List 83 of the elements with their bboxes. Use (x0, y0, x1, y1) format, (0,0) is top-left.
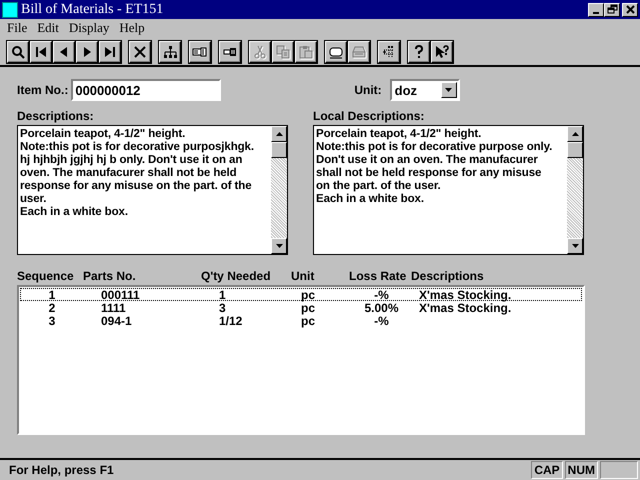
table-cell-text: 5.00% (363, 300, 400, 314)
toolbar-button[interactable] (325, 41, 347, 63)
menu-item[interactable]: File (2, 20, 32, 36)
toolbar-button[interactable] (7, 41, 29, 63)
printer-icon (351, 44, 367, 60)
table-cell-text: 1 (48, 288, 56, 302)
toolbar-button[interactable] (30, 41, 52, 63)
unit-dropdown[interactable]: doz (390, 79, 460, 101)
scroll-thumb[interactable] (271, 142, 287, 158)
scroll-thumb[interactable] (567, 142, 583, 158)
table-cell-text: 1/12 (218, 314, 244, 328)
status-indicator: NUM (564, 461, 598, 479)
table-cell-text: 094-1 (100, 314, 133, 328)
table-row[interactable]: 3 094-1 1/12 pc -% (20, 314, 582, 327)
table-cell-text: 2 (48, 300, 56, 314)
toolbar-button[interactable] (219, 41, 241, 63)
table-cell-text: 000111 (100, 288, 141, 302)
scissors-icon (252, 44, 268, 60)
table-row[interactable]: 1 000111 1 pc -% X'mas Stocking. (20, 288, 582, 301)
column-header: Unit (290, 269, 316, 283)
table-cell-text: pc (300, 314, 316, 328)
close-button[interactable] (622, 2, 638, 16)
toolbar-button[interactable] (129, 41, 151, 63)
description-field[interactable]: Porcelain teapot, 4-1/2" height. Note:this pot is for decorative purpose only. Don't use it on an oven. The manufacurer shall not be held response for any misuse on the part. of the user. Each in a white box. (313, 125, 584, 255)
restore-icon (606, 4, 618, 15)
table-cell-text: X'mas Stocking. (418, 288, 512, 302)
menu-item[interactable]: Help (114, 20, 150, 36)
table-cell-text: X'mas Stocking. (418, 300, 512, 314)
item-number-field[interactable]: 000000012 (71, 79, 222, 101)
table-row[interactable]: 2 1111 3 pc 5.00% X'mas Stocking. (20, 301, 582, 314)
table-cell-text: 1 (218, 288, 227, 302)
field-label: Local Descriptions: (313, 109, 426, 123)
toolbar-button[interactable] (408, 41, 430, 63)
minimize-button[interactable] (588, 2, 604, 16)
last-record-icon (102, 44, 118, 60)
delete-icon (132, 44, 148, 60)
up-arrow-icon (276, 132, 282, 136)
close-icon (624, 4, 636, 15)
down-arrow-icon (276, 244, 282, 248)
column-header: Descriptions (410, 269, 485, 283)
dropdown-button[interactable] (440, 82, 457, 98)
menu-item[interactable]: Edit (32, 20, 64, 36)
column-header: Q'ty Needed (200, 269, 272, 283)
toolbar-button[interactable] (53, 41, 75, 63)
table-cell-text: -% (373, 314, 390, 328)
down-arrow-icon (572, 244, 578, 248)
hierarchy-icon (162, 44, 178, 60)
toolbar-button[interactable] (159, 41, 181, 63)
up-arrow-icon (572, 132, 578, 136)
app-icon (2, 2, 18, 18)
status-indicator: CAP (531, 461, 563, 479)
column-header: Sequence (17, 269, 75, 283)
first-record-icon (33, 44, 49, 60)
pointer-help-icon (434, 44, 450, 60)
description-field[interactable]: Porcelain teapot, 4-1/2" height. Note:this pot is for decorative purposjkhgk. hj hjhbjh jgjhj hj b only. Don't use it on an oven. The manufacurer shall not be held response for any misuse on the part. of the user. Each in a white box. (17, 125, 288, 255)
table-cell-text: 3 (218, 300, 227, 314)
status-panel (600, 461, 638, 479)
table-cell-text: 3 (48, 314, 56, 328)
copy-icon (275, 44, 291, 60)
scrollbar[interactable] (271, 126, 287, 254)
field-label: Descriptions: (17, 109, 95, 123)
toolbar-button[interactable] (431, 41, 453, 63)
down-arrow-icon (445, 88, 452, 92)
restore-button[interactable] (604, 2, 620, 16)
field-label: Item No.: (17, 83, 68, 97)
scrollbar[interactable] (567, 126, 583, 254)
menu-item[interactable]: Display (64, 20, 114, 36)
toolbar-button[interactable] (99, 41, 121, 63)
table-cell-text: pc (300, 288, 316, 302)
toolbar-button[interactable] (378, 41, 400, 63)
status-message: For Help, press F1 (9, 463, 115, 477)
search-icon (10, 44, 26, 60)
window-title: Bill of Materials - ET151 (21, 2, 164, 18)
clipboard-icon (298, 44, 314, 60)
minimize-icon (593, 12, 599, 14)
column-header: Parts No. (82, 269, 137, 283)
table-cell-text: 1111 (100, 300, 127, 314)
table-cell-text: pc (300, 300, 316, 314)
toolbar-button[interactable] (76, 41, 98, 63)
column-header: Loss Rate (348, 269, 408, 283)
toolbar-button[interactable] (189, 41, 211, 63)
field-label: Unit: (354, 83, 382, 97)
table-cell-text: -% (373, 288, 390, 302)
